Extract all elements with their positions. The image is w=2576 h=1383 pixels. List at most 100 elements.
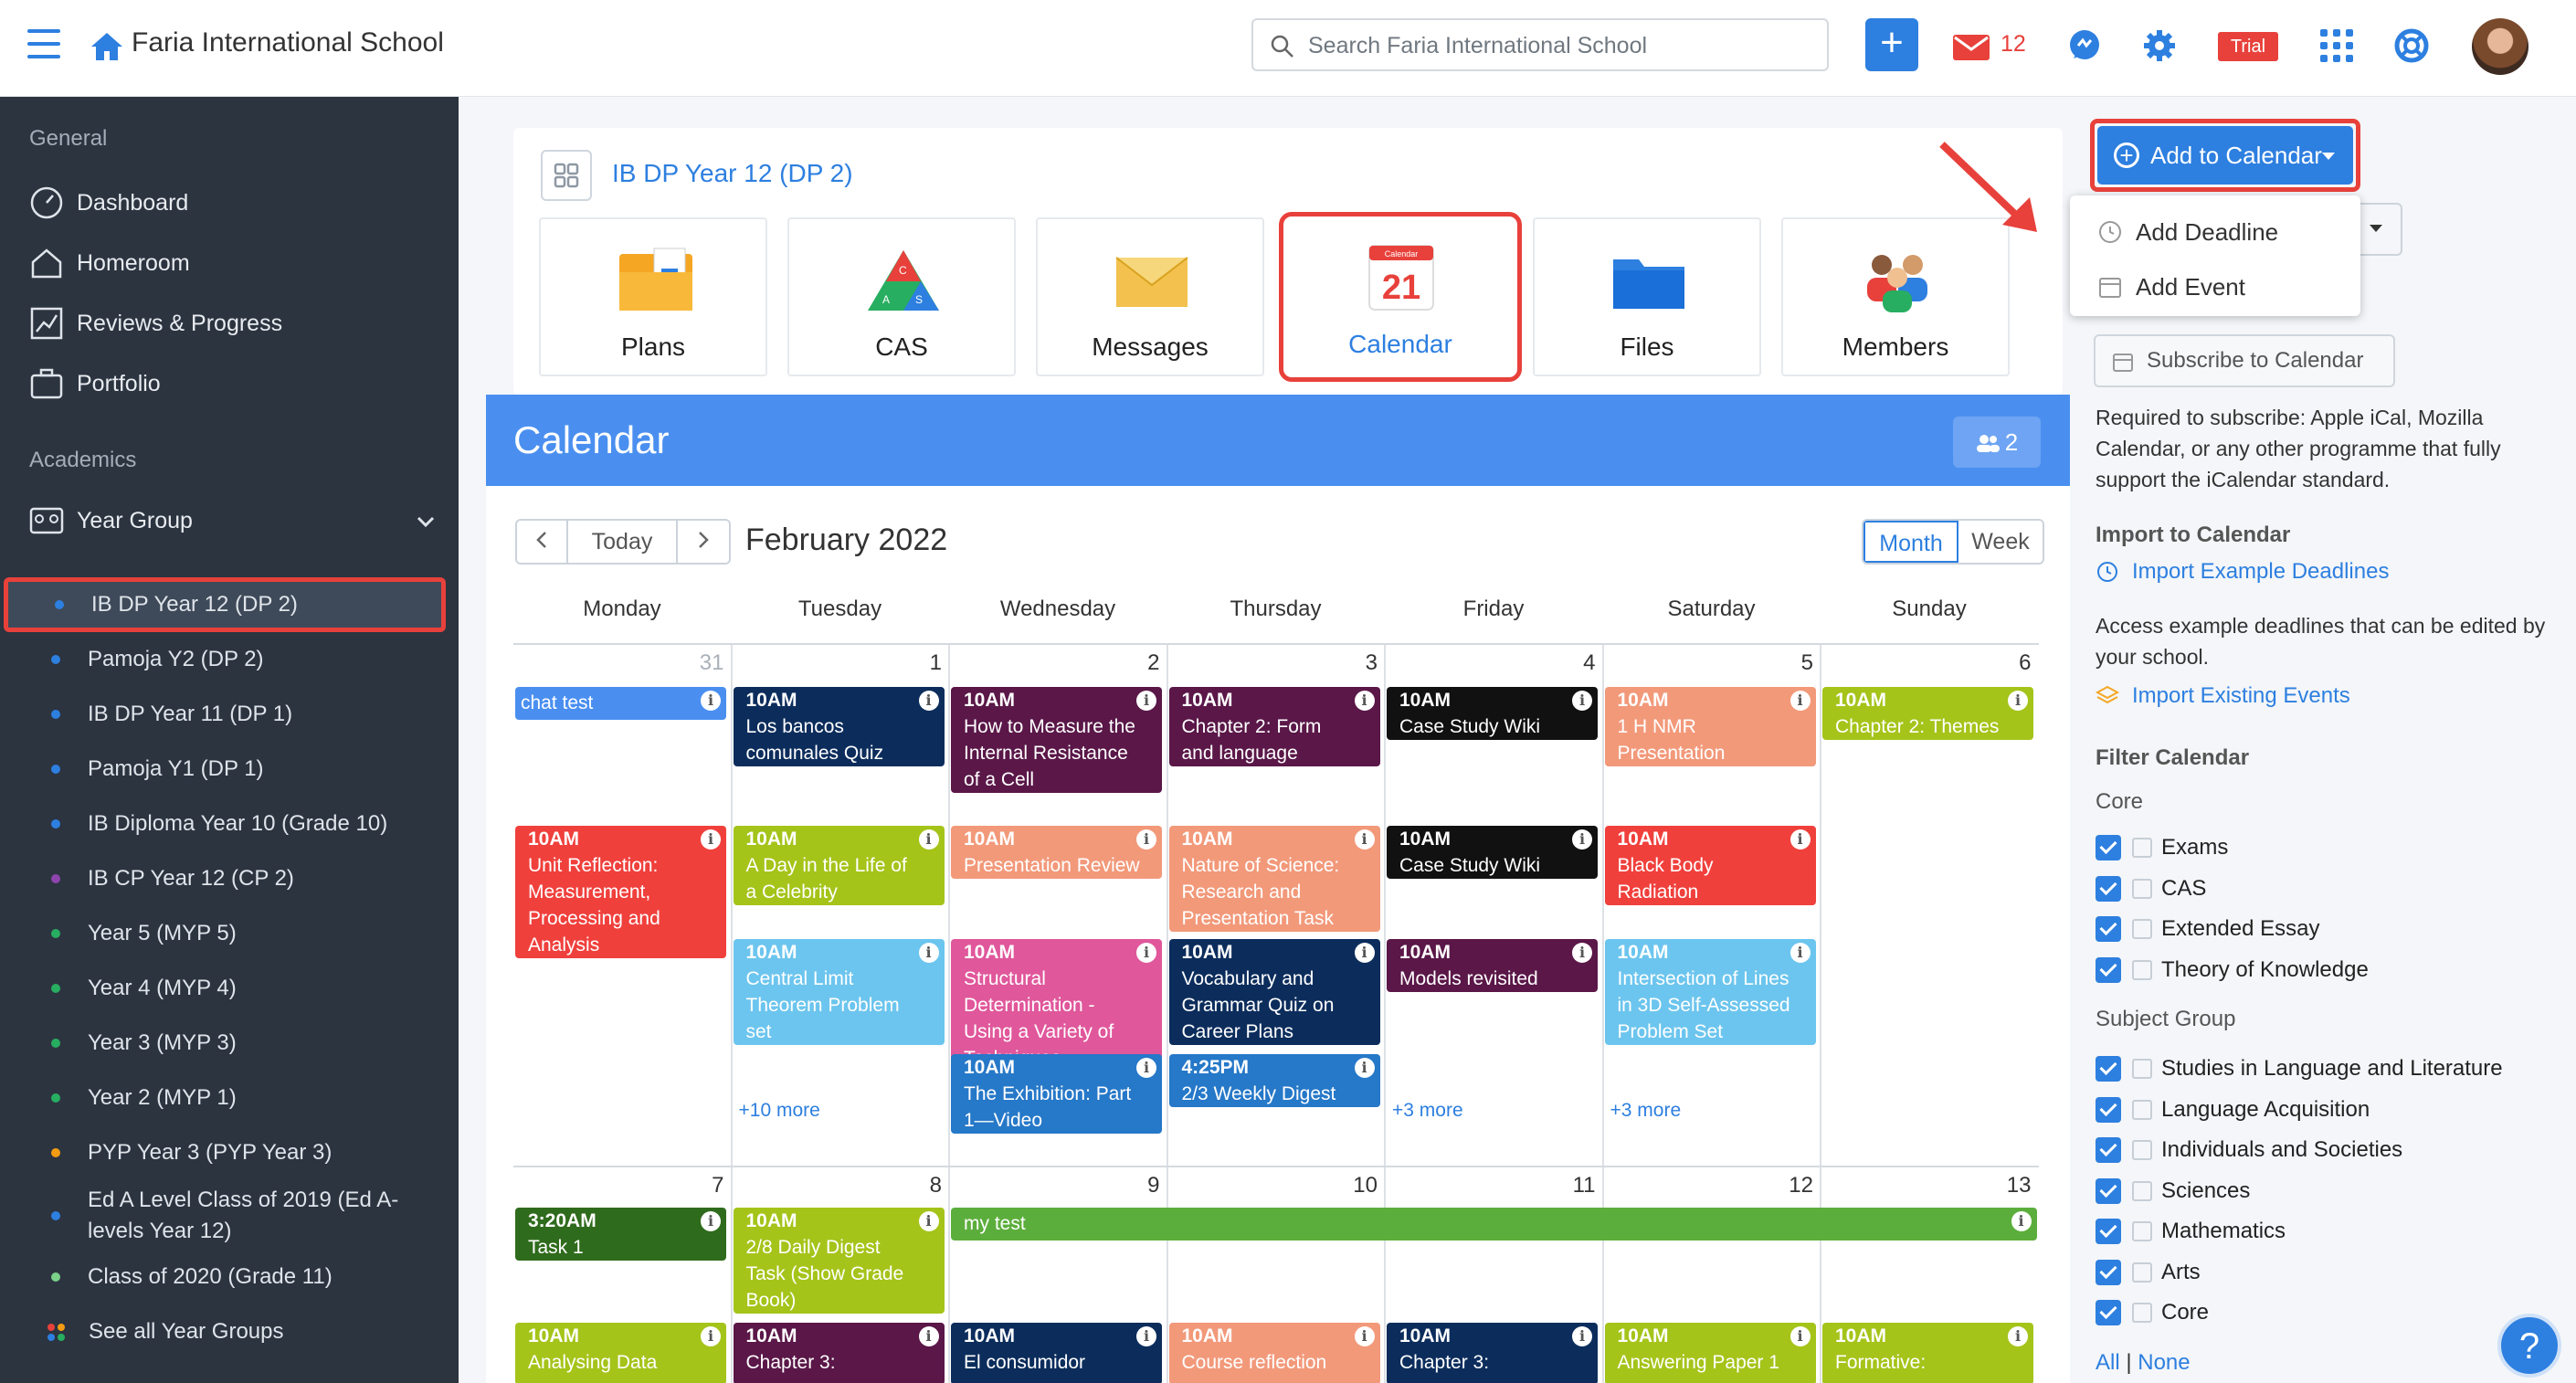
- mail-count[interactable]: 12: [2001, 31, 2026, 58]
- search-input[interactable]: [1308, 29, 1801, 62]
- calendar-event[interactable]: 10AM Central Limit Theorem Problem set i: [733, 939, 945, 1045]
- info-icon[interactable]: i: [918, 1211, 939, 1231]
- month-view-button[interactable]: Month: [1863, 521, 1958, 563]
- today-button[interactable]: Today: [568, 521, 678, 563]
- calendar-event[interactable]: my test i: [951, 1208, 2037, 1240]
- info-icon[interactable]: i: [1354, 829, 1375, 850]
- calendar-event[interactable]: 3:20AM Task 1 i: [515, 1208, 726, 1261]
- sidebar-year-group-item[interactable]: IB Diploma Year 10 (Grade 10): [0, 797, 459, 851]
- calendar-event[interactable]: 10AM A Day in the Life of a Celebrity i: [733, 826, 945, 905]
- sidebar-item-reviews-progress[interactable]: Reviews & Progress: [29, 305, 282, 342]
- filter-checkbox-item[interactable]: Mathematics: [2096, 1215, 2286, 1248]
- checkbox-checked-icon[interactable]: [2096, 1300, 2121, 1325]
- group-title[interactable]: IB DP Year 12 (DP 2): [612, 159, 853, 188]
- prev-month-button[interactable]: [517, 521, 568, 563]
- gear-icon[interactable]: [2141, 27, 2178, 64]
- info-icon[interactable]: i: [1136, 1326, 1156, 1346]
- help-question-button[interactable]: ?: [2497, 1314, 2561, 1378]
- tile-messages[interactable]: Messages: [1036, 217, 1264, 376]
- day-number[interactable]: 5: [1758, 650, 1813, 676]
- day-number[interactable]: 11: [1541, 1173, 1596, 1198]
- calendar-event[interactable]: 10AM Chapter 3: i: [733, 1323, 945, 1383]
- day-number[interactable]: 2: [1105, 650, 1159, 676]
- calendar-members-button[interactable]: 2: [1953, 417, 2041, 468]
- calendar-event[interactable]: 10AM Vocabulary and Grammar Quiz on Caree…: [1168, 939, 1380, 1045]
- info-icon[interactable]: i: [1572, 829, 1592, 850]
- lifebuoy-help-icon[interactable]: [2393, 27, 2430, 64]
- next-month-button[interactable]: [678, 521, 729, 563]
- info-icon[interactable]: i: [1572, 691, 1592, 711]
- calendar-event[interactable]: 10AM Los bancos comunales Quiz i: [733, 687, 945, 766]
- filter-checkbox-item[interactable]: Exams: [2096, 831, 2228, 864]
- tile-files[interactable]: Files: [1533, 217, 1761, 376]
- sidebar-year-group-item[interactable]: PYP Year 3 (PYP Year 3): [0, 1125, 459, 1180]
- calendar-event[interactable]: 10AM Case Study Wiki i: [1387, 687, 1598, 740]
- hamburger-menu-icon[interactable]: [27, 29, 60, 58]
- info-icon[interactable]: i: [701, 829, 721, 850]
- more-events-link[interactable]: +3 more: [1610, 1100, 1682, 1122]
- day-number[interactable]: 9: [1105, 1173, 1159, 1198]
- checkbox-checked-icon[interactable]: [2096, 1096, 2121, 1123]
- secondary-dropdown-button[interactable]: [2355, 203, 2402, 256]
- sidebar-year-group-item[interactable]: Year 3 (MYP 3): [0, 1016, 459, 1071]
- checkbox-checked-icon[interactable]: [2096, 956, 2121, 983]
- calendar-event[interactable]: 10AM Answering Paper 1 i: [1604, 1323, 1816, 1383]
- calendar-event[interactable]: 10AM Structural Determination - Using a V…: [951, 939, 1162, 1072]
- calendar-event[interactable]: 10AM Black Body Radiation i: [1604, 826, 1816, 905]
- mail-icon[interactable]: [1953, 35, 1990, 60]
- day-number[interactable]: 3: [1323, 650, 1378, 676]
- add-deadline-item[interactable]: Add Deadline: [2097, 214, 2278, 250]
- calendar-event[interactable]: 10AM The Exhibition: Part 1—Video i: [951, 1054, 1162, 1134]
- sidebar-year-group-item[interactable]: Year 5 (MYP 5): [0, 906, 459, 961]
- info-icon[interactable]: i: [918, 1326, 939, 1346]
- filter-checkbox-item[interactable]: CAS: [2096, 872, 2206, 905]
- day-number[interactable]: 7: [670, 1173, 723, 1198]
- info-icon[interactable]: i: [2008, 691, 2028, 711]
- create-new-button[interactable]: +: [1865, 18, 1918, 71]
- tile-plans[interactable]: Plans: [539, 217, 767, 376]
- calendar-event[interactable]: 10AM Chapter 3: i: [1387, 1323, 1598, 1383]
- info-icon[interactable]: i: [2011, 1211, 2032, 1231]
- sidebar-item-homeroom[interactable]: Homeroom: [29, 245, 190, 281]
- subscribe-to-calendar-button[interactable]: Subscribe to Calendar: [2094, 334, 2395, 387]
- checkbox-checked-icon[interactable]: [2096, 1259, 2121, 1285]
- day-number[interactable]: 31: [670, 650, 724, 676]
- calendar-event[interactable]: 10AM Unit Reflection: Measurement, Proces…: [515, 826, 726, 958]
- add-to-calendar-button[interactable]: + Add to Calendar: [2097, 126, 2353, 185]
- calendar-event[interactable]: 10AM Chapter 2: Form and language i: [1168, 687, 1380, 766]
- calendar-event[interactable]: 10AM 2/8 Daily Digest Task (Show Grade Bo…: [733, 1208, 945, 1314]
- checkbox-checked-icon[interactable]: [2096, 916, 2121, 942]
- sidebar-year-group-item[interactable]: IB DP Year 12 (DP 2): [4, 577, 446, 632]
- school-name[interactable]: Faria International School: [132, 27, 444, 58]
- sidebar-year-group-item[interactable]: Class of 2020 (Grade 11): [0, 1250, 459, 1304]
- calendar-event[interactable]: 10AM Nature of Science: Research and Pres…: [1168, 826, 1380, 932]
- calendar-event[interactable]: 10AM Presentation Review i: [951, 826, 1162, 879]
- info-icon[interactable]: i: [1136, 943, 1156, 963]
- info-icon[interactable]: i: [701, 691, 721, 711]
- calendar-event[interactable]: 10AM Case Study Wiki i: [1387, 826, 1598, 879]
- day-number[interactable]: 6: [1977, 650, 2031, 676]
- info-icon[interactable]: i: [701, 1326, 721, 1346]
- chat-icon[interactable]: [2066, 27, 2103, 64]
- filter-checkbox-item[interactable]: Studies in Language and Literature: [2096, 1052, 2503, 1085]
- day-number[interactable]: 1: [887, 650, 942, 676]
- calendar-event[interactable]: 10AM 1 H NMR Presentation i: [1604, 687, 1816, 766]
- info-icon[interactable]: i: [918, 691, 939, 711]
- info-icon[interactable]: i: [1136, 1058, 1156, 1078]
- calendar-event[interactable]: chat test i: [515, 687, 726, 720]
- import-existing-events-link[interactable]: Import Existing Events: [2096, 683, 2350, 709]
- calendar-event[interactable]: 10AM Chapter 2: Themes i: [1822, 687, 2033, 740]
- more-events-link[interactable]: +10 more: [739, 1100, 820, 1122]
- info-icon[interactable]: i: [1136, 829, 1156, 850]
- day-number[interactable]: 10: [1323, 1173, 1378, 1198]
- search-box[interactable]: [1251, 18, 1829, 71]
- calendar-event[interactable]: 10AM Formative: i: [1822, 1323, 2033, 1383]
- info-icon[interactable]: i: [918, 943, 939, 963]
- sidebar-item-year-group[interactable]: Year Group: [29, 502, 193, 539]
- filter-checkbox-item[interactable]: Individuals and Societies: [2096, 1134, 2402, 1167]
- sidebar-item-portfolio[interactable]: Portfolio: [29, 365, 161, 402]
- filter-checkbox-item[interactable]: Core: [2096, 1296, 2209, 1329]
- info-icon[interactable]: i: [918, 829, 939, 850]
- sidebar-year-group-item[interactable]: IB CP Year 12 (CP 2): [0, 851, 459, 906]
- home-icon[interactable]: [90, 31, 124, 62]
